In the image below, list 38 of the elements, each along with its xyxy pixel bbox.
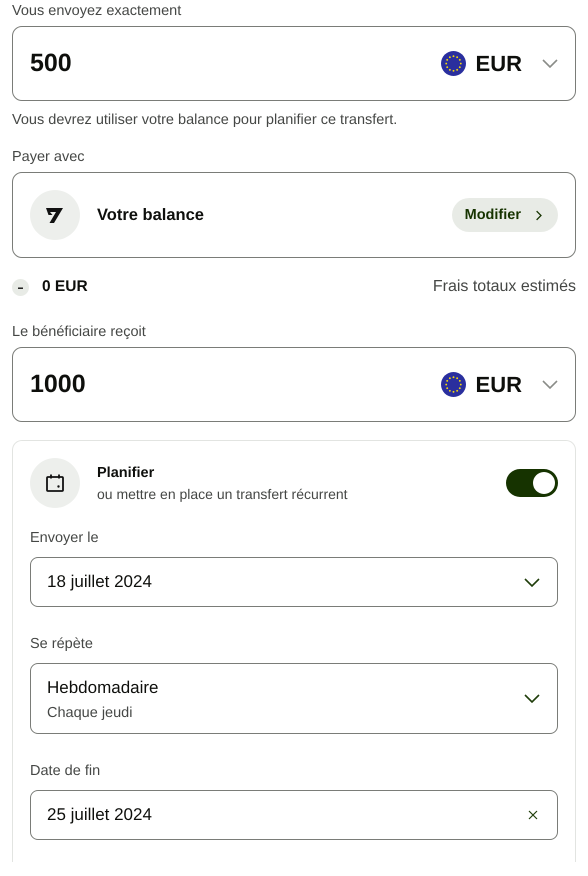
amount-value: 500 bbox=[30, 49, 73, 78]
amount-field[interactable]: 1000 EUR bbox=[12, 347, 576, 422]
currency-code: EUR bbox=[476, 372, 522, 398]
fee-label: Frais totaux estimés bbox=[432, 278, 576, 296]
minus-icon bbox=[12, 278, 29, 296]
field-label: Le bénéficiaire reçoit bbox=[12, 323, 147, 341]
amount-field[interactable]: 500 EUR bbox=[12, 26, 576, 101]
chevron-down-icon bbox=[542, 380, 558, 389]
chevron-down-icon bbox=[524, 578, 540, 586]
field-label: Date de fin bbox=[30, 762, 102, 780]
field-label: Payer avec bbox=[12, 148, 86, 166]
currency-selector[interactable]: EUR bbox=[440, 372, 559, 398]
schedule-subtitle: ou mettre en place un transfert récurrent bbox=[97, 486, 349, 502]
fee-amount: 0 EUR bbox=[42, 278, 89, 296]
eu-flag-icon bbox=[440, 372, 466, 397]
field-label: Envoyer le bbox=[30, 529, 100, 547]
schedule-title: Planifier bbox=[97, 464, 156, 480]
field-value: Hebdomadaire bbox=[47, 677, 160, 699]
select-field[interactable]: 18 juillet 2024 bbox=[30, 557, 558, 607]
field-value: 25 juillet 2024 bbox=[47, 804, 153, 826]
modify-button[interactable]: Modifier bbox=[452, 198, 558, 232]
field-label: Vous envoyez exactement bbox=[12, 2, 182, 20]
currency-code: EUR bbox=[476, 50, 522, 76]
currency-selector[interactable]: EUR bbox=[440, 50, 559, 76]
payment-method-name: Votre balance bbox=[97, 206, 205, 224]
field-detail: Chaque jeudi bbox=[47, 705, 134, 721]
eu-flag-icon bbox=[440, 51, 466, 76]
toggle-switch[interactable] bbox=[506, 469, 558, 497]
amount-value: 1000 bbox=[30, 370, 87, 399]
select-field[interactable]: Hebdomadaire Chaque jeudi bbox=[30, 663, 558, 734]
chevron-down-icon bbox=[542, 59, 558, 68]
chevron-down-icon bbox=[524, 694, 540, 703]
field-value: 18 juillet 2024 bbox=[47, 571, 153, 593]
info-text: Vous devrez utiliser votre balance pour planifier ce transfert. bbox=[12, 112, 398, 128]
calendar-icon bbox=[30, 458, 80, 508]
logo-icon bbox=[30, 190, 80, 240]
date-field[interactable]: 25 juillet 2024 bbox=[30, 790, 558, 840]
field-label: Se répète bbox=[30, 635, 94, 653]
